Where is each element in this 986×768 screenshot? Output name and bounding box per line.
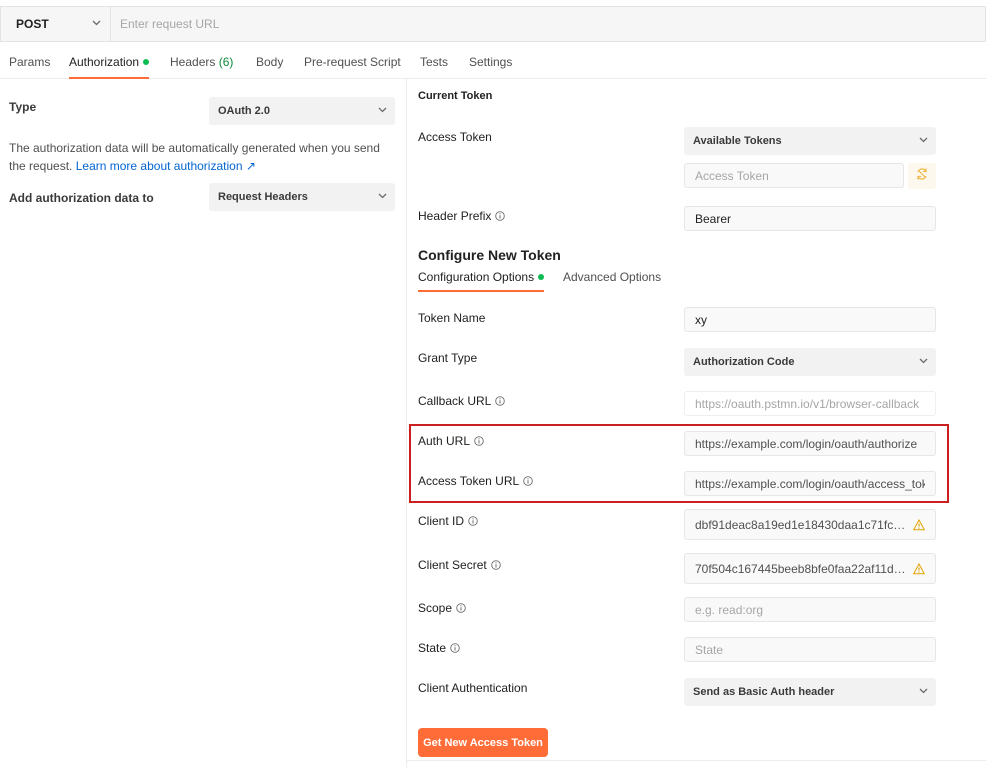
label-text: Callback URL bbox=[418, 394, 492, 408]
tab-label: Params bbox=[9, 55, 51, 69]
status-dot bbox=[538, 273, 545, 280]
tab-label: Pre-request Script bbox=[304, 55, 401, 69]
chevron-down-icon bbox=[92, 20, 101, 28]
info-icon bbox=[495, 211, 506, 221]
access-token-field[interactable]: Access Token bbox=[684, 163, 904, 188]
tab-authorization[interactable]: Authorization bbox=[69, 55, 150, 79]
tab-label: Tests bbox=[420, 55, 449, 69]
field-value: xy bbox=[695, 312, 707, 327]
chevron-down-icon bbox=[919, 688, 928, 696]
info-icon bbox=[490, 560, 501, 570]
tab-label: Headers bbox=[170, 55, 216, 69]
tab-label: Body bbox=[256, 55, 284, 69]
auth-type-select[interactable]: OAuth 2.0 bbox=[209, 97, 395, 125]
tab-label: Settings bbox=[469, 55, 513, 69]
state-field[interactable]: State bbox=[684, 637, 936, 662]
label-text: State bbox=[418, 641, 447, 655]
tab-params[interactable]: Params bbox=[9, 55, 50, 79]
field-value: dbf91deac8a19ed1e18430daa1c71fc0f92... bbox=[695, 517, 910, 532]
label-text: Scope bbox=[418, 601, 453, 615]
header-prefix-field[interactable]: Bearer bbox=[684, 206, 936, 231]
client-id-label: Client ID bbox=[418, 514, 478, 528]
state-label: State bbox=[418, 641, 460, 655]
tab-pre-request-script[interactable]: Pre-request Script bbox=[304, 55, 401, 79]
learn-more-link[interactable]: Learn more about authorization ↗ bbox=[76, 159, 256, 173]
tab-label: Authorization bbox=[69, 55, 140, 69]
tab-tests[interactable]: Tests bbox=[420, 55, 448, 79]
field-value: Bearer bbox=[695, 211, 732, 226]
warning-icon bbox=[912, 562, 926, 575]
method-label: POST bbox=[16, 17, 49, 31]
chevron-down-icon bbox=[378, 107, 387, 115]
client-id-field[interactable]: dbf91deac8a19ed1e18430daa1c71fc0f92... bbox=[684, 509, 936, 540]
bottom-divider bbox=[407, 760, 986, 761]
field-value: 70f504c167445beeb8bfe0faa22af11d03... bbox=[695, 561, 910, 576]
type-label: Type bbox=[9, 100, 37, 114]
callback-url-field: https://oauth.pstmn.io/v1/browser-callba… bbox=[684, 391, 936, 416]
request-tabs: Params Authorization Headers (6) Body Pr… bbox=[0, 50, 986, 79]
header-prefix-label: Header Prefix bbox=[418, 209, 506, 223]
tab-body[interactable]: Body bbox=[256, 55, 283, 79]
client-auth-select[interactable]: Send as Basic Auth header bbox=[684, 678, 936, 706]
request-url-bar: POST bbox=[0, 6, 986, 42]
get-new-access-token-button[interactable]: Get New Access Token bbox=[418, 728, 548, 757]
token-name-label: Token Name bbox=[418, 311, 486, 325]
warning-icon bbox=[912, 518, 926, 531]
access-token-label: Access Token bbox=[418, 130, 492, 144]
tab-label: Configuration Options bbox=[418, 270, 535, 284]
field-placeholder: Access Token bbox=[695, 168, 769, 183]
client-auth-label: Client Authentication bbox=[418, 681, 528, 695]
grant-type-label: Grant Type bbox=[418, 351, 478, 365]
tab-configuration-options[interactable]: Configuration Options bbox=[418, 270, 545, 292]
tab-count-badge: (6) bbox=[218, 55, 234, 69]
info-icon bbox=[495, 396, 506, 406]
select-value: Request Headers bbox=[218, 191, 308, 203]
sync-token-button[interactable] bbox=[908, 163, 936, 189]
available-tokens-select[interactable]: Available Tokens bbox=[684, 127, 936, 155]
chevron-down-icon bbox=[919, 358, 928, 366]
status-dot bbox=[143, 58, 150, 65]
current-token-title: Current Token bbox=[418, 90, 493, 102]
info-icon bbox=[468, 516, 478, 526]
sync-icon bbox=[915, 167, 929, 186]
select-value: OAuth 2.0 bbox=[218, 105, 270, 117]
panel-divider bbox=[406, 79, 407, 768]
callback-url-label: Callback URL bbox=[418, 394, 506, 408]
grant-type-select[interactable]: Authorization Code bbox=[684, 348, 936, 376]
tab-label: Advanced Options bbox=[563, 270, 662, 284]
url-input[interactable] bbox=[111, 7, 985, 41]
field-placeholder: State bbox=[695, 642, 724, 657]
highlight-box bbox=[409, 424, 949, 503]
scope-field[interactable]: e.g. read:org bbox=[684, 597, 936, 622]
label-text: Header Prefix bbox=[418, 209, 492, 223]
chevron-down-icon bbox=[378, 193, 387, 201]
info-icon bbox=[456, 603, 466, 613]
client-secret-label: Client Secret bbox=[418, 558, 501, 572]
token-name-field[interactable]: xy bbox=[684, 307, 936, 332]
authorization-screen: POST Params Authorization Headers (6) Bo… bbox=[0, 0, 986, 768]
add-data-to-select[interactable]: Request Headers bbox=[209, 183, 395, 211]
tab-settings[interactable]: Settings bbox=[469, 55, 512, 79]
info-icon bbox=[450, 643, 460, 653]
auth-description: The authorization data will be automatic… bbox=[9, 139, 399, 175]
select-value: Send as Basic Auth header bbox=[693, 686, 835, 698]
field-value: https://oauth.pstmn.io/v1/browser-callba… bbox=[695, 396, 920, 411]
tab-headers[interactable]: Headers (6) bbox=[170, 55, 233, 79]
scope-label: Scope bbox=[418, 601, 466, 615]
tab-advanced-options[interactable]: Advanced Options bbox=[563, 270, 661, 292]
chevron-down-icon bbox=[919, 137, 928, 145]
field-placeholder: e.g. read:org bbox=[695, 602, 764, 617]
add-data-to-label: Add authorization data to bbox=[9, 191, 154, 205]
label-text: Client ID bbox=[418, 514, 465, 528]
configure-token-title: Configure New Token bbox=[418, 247, 561, 263]
label-text: Client Secret bbox=[418, 558, 487, 572]
select-value: Authorization Code bbox=[693, 356, 795, 368]
client-secret-field[interactable]: 70f504c167445beeb8bfe0faa22af11d03... bbox=[684, 553, 936, 584]
select-value: Available Tokens bbox=[693, 135, 782, 147]
method-selector[interactable]: POST bbox=[1, 7, 111, 41]
